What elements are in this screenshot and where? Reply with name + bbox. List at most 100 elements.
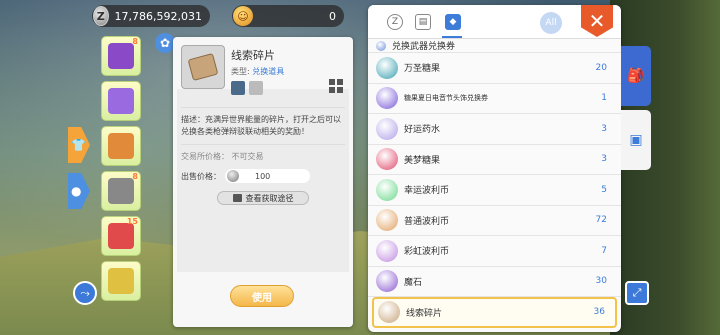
settings-gear-icon[interactable]: ✿ bbox=[155, 33, 175, 53]
item-thumbnail bbox=[181, 45, 225, 89]
candy-bundle-icon bbox=[108, 268, 134, 294]
item-count: 72 bbox=[595, 215, 607, 226]
trade-price: 交易所价格： 不可交易 bbox=[181, 144, 345, 162]
side-item-boots[interactable]: 8 bbox=[101, 171, 141, 211]
item-tag-icons bbox=[231, 81, 284, 95]
sell-price-row: 出售价格： 100 bbox=[181, 169, 345, 183]
item-count: 20 bbox=[595, 62, 607, 73]
sell-price-value: 100 bbox=[255, 171, 271, 181]
item-name: 线索碎片 bbox=[231, 49, 275, 62]
tag-icon-disabled bbox=[249, 81, 263, 95]
storage-tab[interactable]: ▣ bbox=[621, 110, 651, 170]
inventory-list: 兑换武器兑换券 万圣糖果 20 糖果夏日电音节头饰兑换券 1 好运药水 3 美梦糖果 3 幸运波利… bbox=[368, 39, 621, 328]
inventory-row[interactable]: 兑换武器兑换券 bbox=[368, 39, 621, 53]
item-icon bbox=[378, 301, 400, 324]
grid-view-icon[interactable] bbox=[329, 79, 343, 93]
coin-icon bbox=[227, 170, 239, 182]
view-source-button[interactable]: 查看获取途径 bbox=[217, 191, 309, 205]
inventory-row[interactable]: 幸运波利币 5 bbox=[368, 175, 621, 206]
item-count: 3 bbox=[601, 154, 607, 165]
item-name: 普通波利币 bbox=[404, 216, 450, 227]
gem-face-icon: ☺ bbox=[233, 6, 253, 26]
item-type: 类型: 兑换道具 bbox=[231, 66, 284, 77]
side-item-red-ornament[interactable]: 15 bbox=[101, 216, 141, 256]
inventory-row[interactable]: 万圣糖果 20 bbox=[368, 53, 621, 84]
zeny-coin-icon: Z bbox=[93, 6, 109, 26]
sell-price-box: 100 bbox=[225, 169, 310, 183]
zeny-amount: 17,786,592,031 bbox=[114, 9, 202, 23]
equipped-items: 8 8 15 bbox=[101, 36, 141, 306]
side-item-badge: 15 bbox=[126, 217, 138, 226]
tag-icon bbox=[231, 81, 245, 95]
item-icon bbox=[376, 40, 386, 51]
item-count: 1 bbox=[601, 93, 607, 104]
inventory-row[interactable]: 美梦糖果 3 bbox=[368, 145, 621, 175]
item-detail-card: 线索碎片 类型: 兑换道具 描述：充满异世界能量的碎片，打开之后可以兑换各类枪弹… bbox=[173, 37, 353, 327]
view-source-label: 查看获取途径 bbox=[245, 193, 294, 203]
item-icon bbox=[376, 56, 398, 79]
inventory-row[interactable]: 好运药水 3 bbox=[368, 114, 621, 145]
shirt-icon: 👕 bbox=[71, 138, 86, 152]
inventory-panel: Z ▤ ◆ All 兑换武器兑换券 万圣糖果 20 糖果夏日电音节头饰兑换券 1 好运药水… bbox=[368, 5, 621, 332]
side-item-badge: 8 bbox=[132, 37, 138, 46]
zeny-tab-icon[interactable]: Z bbox=[387, 14, 403, 30]
item-icon bbox=[376, 239, 398, 262]
item-icon bbox=[376, 148, 398, 171]
inventory-row[interactable]: 魔石 30 bbox=[368, 267, 621, 297]
person-icon: ● bbox=[71, 184, 82, 198]
inventory-row[interactable]: 彩虹波利币 7 bbox=[368, 236, 621, 267]
detail-header: 线索碎片 类型: 兑换道具 bbox=[173, 37, 353, 101]
side-item-orange-bag[interactable] bbox=[101, 126, 141, 166]
item-count: 36 bbox=[593, 307, 605, 318]
box-tab-icon[interactable]: ▤ bbox=[415, 14, 431, 30]
item-name: 好运药水 bbox=[404, 125, 441, 136]
item-name: 糖果夏日电音节头饰兑换券 bbox=[404, 94, 488, 103]
orange-bag-icon bbox=[108, 133, 134, 159]
expand-icon: ⤢ bbox=[632, 286, 642, 299]
item-icon bbox=[376, 178, 398, 201]
item-count: 3 bbox=[601, 123, 607, 134]
active-tab-underline bbox=[442, 36, 462, 38]
backpack-tab[interactable]: 🎒 bbox=[621, 46, 651, 106]
all-filter-button[interactable]: All bbox=[540, 12, 562, 34]
item-name: 线索碎片 bbox=[406, 308, 443, 319]
item-type-label: 类型: bbox=[231, 67, 250, 76]
item-count: 5 bbox=[601, 184, 607, 195]
boots-icon bbox=[108, 178, 134, 204]
inventory-row[interactable]: 普通波利币 72 bbox=[368, 206, 621, 236]
side-item-purple-cloak[interactable] bbox=[101, 81, 141, 121]
item-name: 万圣糖果 bbox=[404, 64, 441, 75]
item-name: 彩虹波利币 bbox=[404, 247, 450, 258]
item-name: 兑换武器兑换券 bbox=[392, 42, 456, 52]
side-item-badge: 8 bbox=[132, 172, 138, 181]
use-button[interactable]: 使用 bbox=[230, 285, 294, 307]
item-icon bbox=[376, 270, 398, 293]
item-count: 7 bbox=[601, 245, 607, 256]
item-icon bbox=[376, 87, 398, 110]
side-item-candy-bundle[interactable] bbox=[101, 261, 141, 301]
inventory-row[interactable]: 线索碎片 36 bbox=[372, 297, 617, 328]
inventory-row[interactable]: 糖果夏日电音节头饰兑换券 1 bbox=[368, 84, 621, 114]
gem-amount: 0 bbox=[329, 9, 336, 23]
gem-currency: ☺ 0 bbox=[232, 5, 344, 27]
list-icon bbox=[232, 194, 242, 202]
item-description: 描述：充满异世界能量的碎片，打开之后可以兑换各类枪弹辩驳联动相关的奖励！ bbox=[181, 107, 345, 138]
item-type-value: 兑换道具 bbox=[252, 67, 285, 76]
sell-price-label: 出售价格： bbox=[181, 171, 221, 181]
items-tab-icon[interactable]: ◆ bbox=[445, 14, 461, 30]
purple-cloak-icon bbox=[108, 88, 134, 114]
item-name: 魔石 bbox=[404, 277, 423, 288]
item-count: 30 bbox=[595, 276, 607, 287]
red-ornament-icon bbox=[108, 223, 134, 249]
purple-book-icon bbox=[108, 43, 134, 69]
side-item-purple-book[interactable]: 8 bbox=[101, 36, 141, 76]
item-icon bbox=[376, 117, 398, 140]
zeny-currency: Z 17,786,592,031 bbox=[92, 5, 210, 27]
item-name: 幸运波利币 bbox=[404, 186, 450, 197]
expand-button[interactable]: ⤢ bbox=[625, 281, 649, 305]
bag-icon: ▣ bbox=[629, 132, 643, 148]
scroll-icon bbox=[187, 53, 219, 81]
item-icon bbox=[376, 209, 398, 232]
share-button[interactable]: ⤳ bbox=[73, 281, 97, 305]
backpack-icon: 🎒 bbox=[627, 68, 645, 84]
